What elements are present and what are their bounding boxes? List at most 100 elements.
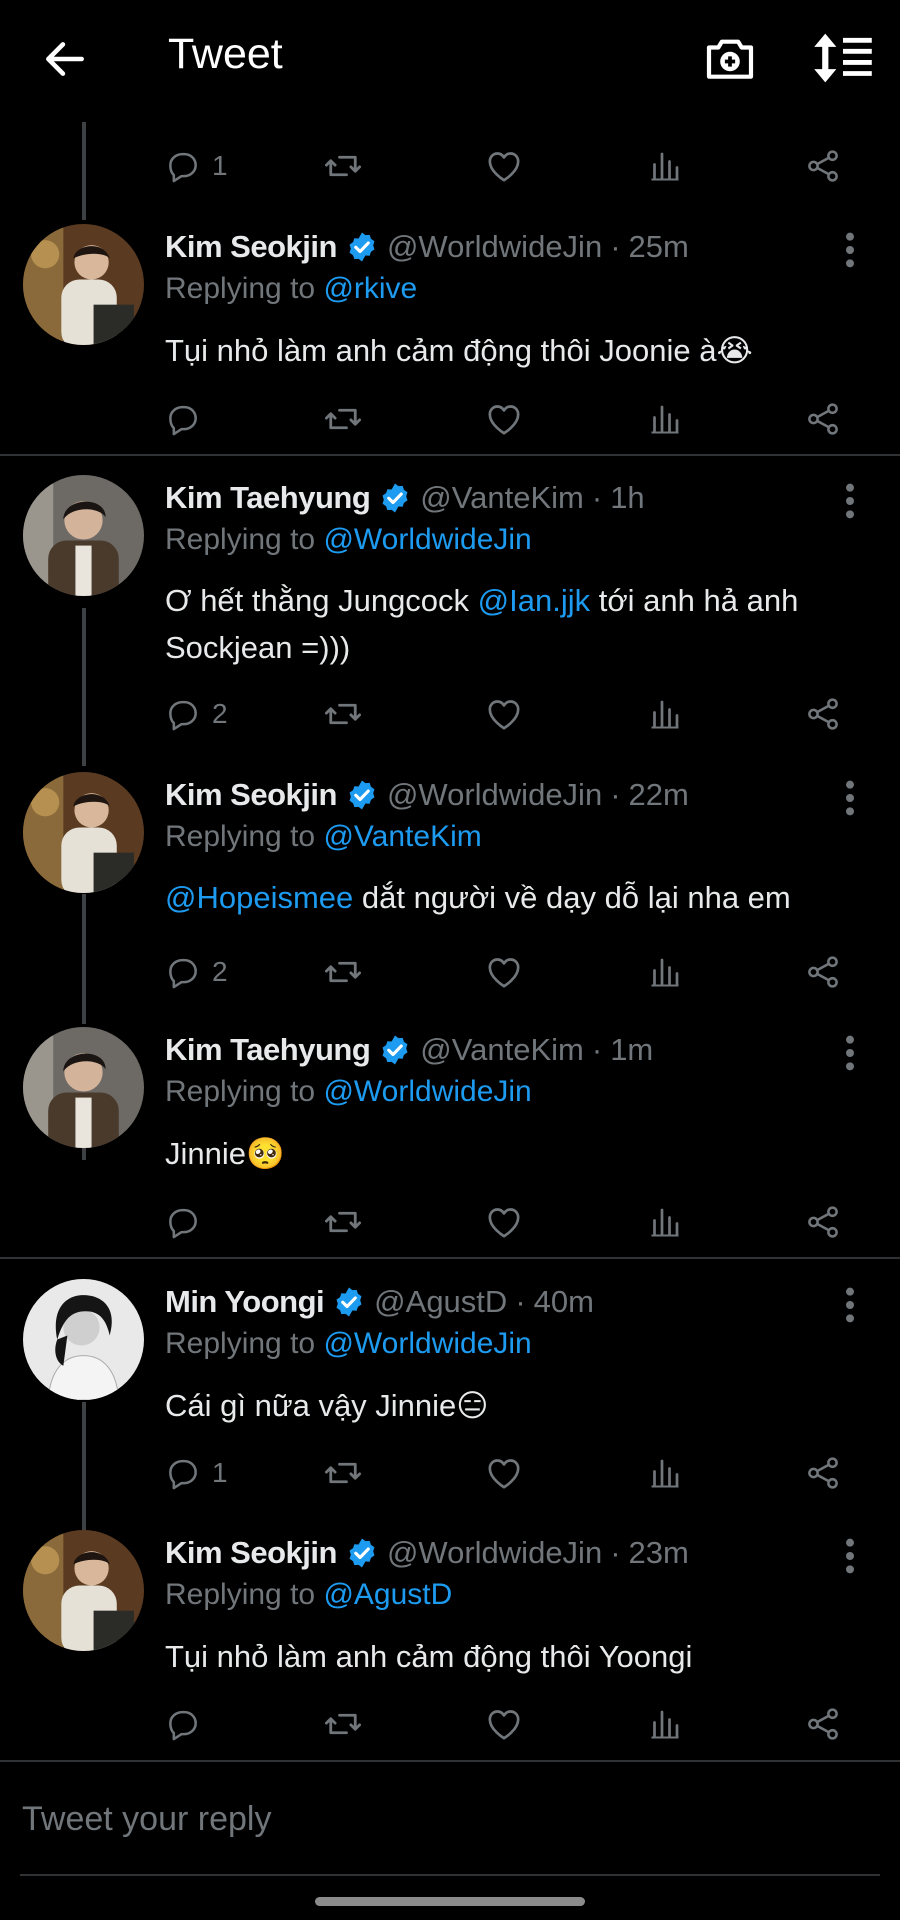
mention-link[interactable]: @rkive bbox=[323, 272, 417, 305]
tweet[interactable]: Kim Seokjin @WorldwideJin · 23m Replying… bbox=[0, 1530, 900, 1760]
verified-badge-icon bbox=[345, 230, 379, 264]
retweet-button[interactable] bbox=[322, 141, 364, 191]
avatar[interactable] bbox=[23, 224, 144, 345]
retweet-icon bbox=[322, 398, 364, 440]
more-options-icon[interactable] bbox=[836, 481, 864, 521]
share-button[interactable] bbox=[804, 1197, 842, 1247]
tweet[interactable]: Kim Taehyung @VanteKim · 1m Replying to … bbox=[0, 1027, 900, 1257]
avatar[interactable] bbox=[23, 1027, 144, 1148]
share-button[interactable] bbox=[804, 947, 842, 997]
crying-emoji: 😭 bbox=[716, 333, 753, 368]
reply-button[interactable] bbox=[164, 1197, 212, 1247]
display-name[interactable]: Kim Seokjin bbox=[165, 777, 337, 813]
more-options-icon[interactable] bbox=[836, 1536, 864, 1576]
user-handle[interactable]: @WorldwideJin bbox=[387, 777, 602, 813]
tweet-text: @Hopeismee dắt người về dạy dỗ lại nha e… bbox=[165, 880, 791, 915]
retweet-button[interactable] bbox=[322, 394, 364, 444]
verified-badge-icon bbox=[345, 778, 379, 812]
retweet-button[interactable] bbox=[322, 689, 364, 739]
avatar[interactable] bbox=[23, 475, 144, 596]
user-handle[interactable]: @VanteKim bbox=[420, 1032, 584, 1068]
like-button[interactable] bbox=[484, 1699, 524, 1749]
mention-link[interactable]: @AgustD bbox=[323, 1578, 452, 1611]
stats-icon bbox=[647, 148, 683, 184]
divider bbox=[0, 454, 900, 456]
user-handle[interactable]: @WorldwideJin bbox=[387, 1535, 602, 1571]
display-name[interactable]: Min Yoongi bbox=[165, 1284, 325, 1320]
timestamp[interactable]: 22m bbox=[629, 777, 689, 813]
analytics-button[interactable] bbox=[647, 394, 683, 444]
sort-button[interactable] bbox=[812, 30, 874, 86]
reply-icon bbox=[164, 1705, 202, 1743]
retweet-button[interactable] bbox=[322, 947, 364, 997]
more-options-icon[interactable] bbox=[836, 1033, 864, 1073]
reply-input[interactable] bbox=[20, 1790, 884, 1848]
mention-link[interactable]: @Hopeismee bbox=[165, 880, 353, 915]
tweet[interactable]: Kim Seokjin @WorldwideJin · 22m Replying… bbox=[0, 772, 900, 1002]
heart-icon bbox=[484, 1202, 524, 1242]
like-button[interactable] bbox=[484, 394, 524, 444]
like-button[interactable] bbox=[484, 1197, 524, 1247]
display-name[interactable]: Kim Seokjin bbox=[165, 229, 337, 265]
tweet-text: Ơ hết thằng Jungcock @Ian.jjk tới anh hả… bbox=[165, 583, 799, 665]
display-name[interactable]: Kim Seokjin bbox=[165, 1535, 337, 1571]
camera-button[interactable] bbox=[702, 30, 758, 86]
mention-link[interactable]: @WorldwideJin bbox=[323, 1075, 531, 1108]
analytics-button[interactable] bbox=[647, 947, 683, 997]
back-button[interactable] bbox=[40, 34, 90, 84]
reply-button[interactable]: 1 bbox=[164, 141, 228, 191]
analytics-button[interactable] bbox=[647, 141, 683, 191]
mention-link[interactable]: @WorldwideJin bbox=[323, 523, 531, 556]
mention-link[interactable]: @VanteKim bbox=[323, 820, 481, 853]
avatar[interactable] bbox=[23, 1530, 144, 1651]
more-options-icon[interactable] bbox=[836, 1285, 864, 1325]
analytics-button[interactable] bbox=[647, 689, 683, 739]
user-handle[interactable]: @WorldwideJin bbox=[387, 229, 602, 265]
share-button[interactable] bbox=[804, 1699, 842, 1749]
user-handle[interactable]: @VanteKim bbox=[420, 480, 584, 516]
reply-icon bbox=[164, 147, 202, 185]
analytics-button[interactable] bbox=[647, 1699, 683, 1749]
user-handle[interactable]: @AgustD bbox=[374, 1284, 507, 1320]
reply-button[interactable]: 2 bbox=[164, 689, 228, 739]
reply-button[interactable] bbox=[164, 394, 212, 444]
retweet-button[interactable] bbox=[322, 1699, 364, 1749]
reply-icon bbox=[164, 1454, 202, 1492]
tweet[interactable]: Min Yoongi @AgustD · 40m Replying to @Wo… bbox=[0, 1279, 900, 1509]
display-name[interactable]: Kim Taehyung bbox=[165, 1032, 371, 1068]
reply-button[interactable]: 2 bbox=[164, 947, 228, 997]
analytics-button[interactable] bbox=[647, 1197, 683, 1247]
display-name[interactable]: Kim Taehyung bbox=[165, 480, 371, 516]
retweet-button[interactable] bbox=[322, 1197, 364, 1247]
share-button[interactable] bbox=[804, 1448, 842, 1498]
share-button[interactable] bbox=[804, 141, 842, 191]
like-button[interactable] bbox=[484, 141, 524, 191]
timestamp[interactable]: 25m bbox=[629, 229, 689, 265]
like-button[interactable] bbox=[484, 689, 524, 739]
avatar[interactable] bbox=[23, 772, 144, 893]
analytics-button[interactable] bbox=[647, 1448, 683, 1498]
share-button[interactable] bbox=[804, 394, 842, 444]
like-button[interactable] bbox=[484, 1448, 524, 1498]
tweet-actions bbox=[0, 1699, 900, 1749]
reply-composer bbox=[0, 1762, 900, 1912]
reply-button[interactable] bbox=[164, 1699, 212, 1749]
like-button[interactable] bbox=[484, 947, 524, 997]
timestamp[interactable]: 1m bbox=[610, 1032, 653, 1068]
tweet[interactable]: Kim Seokjin @WorldwideJin · 25m Replying… bbox=[0, 224, 900, 454]
more-options-icon[interactable] bbox=[836, 230, 864, 270]
share-button[interactable] bbox=[804, 689, 842, 739]
retweet-button[interactable] bbox=[322, 1448, 364, 1498]
timestamp[interactable]: 1h bbox=[610, 480, 644, 516]
mention-link[interactable]: @Ian.jjk bbox=[478, 583, 590, 618]
more-options-icon[interactable] bbox=[836, 778, 864, 818]
timestamp[interactable]: 40m bbox=[534, 1284, 594, 1320]
tweet[interactable]: Kim Taehyung @VanteKim · 1h Replying to … bbox=[0, 475, 900, 745]
reply-button[interactable]: 1 bbox=[164, 1448, 228, 1498]
retweet-icon bbox=[322, 693, 364, 735]
avatar[interactable] bbox=[23, 1279, 144, 1400]
home-indicator[interactable] bbox=[315, 1897, 585, 1906]
mention-link[interactable]: @WorldwideJin bbox=[323, 1327, 531, 1360]
replying-to: Replying to @WorldwideJin bbox=[165, 1075, 532, 1108]
timestamp[interactable]: 23m bbox=[629, 1535, 689, 1571]
